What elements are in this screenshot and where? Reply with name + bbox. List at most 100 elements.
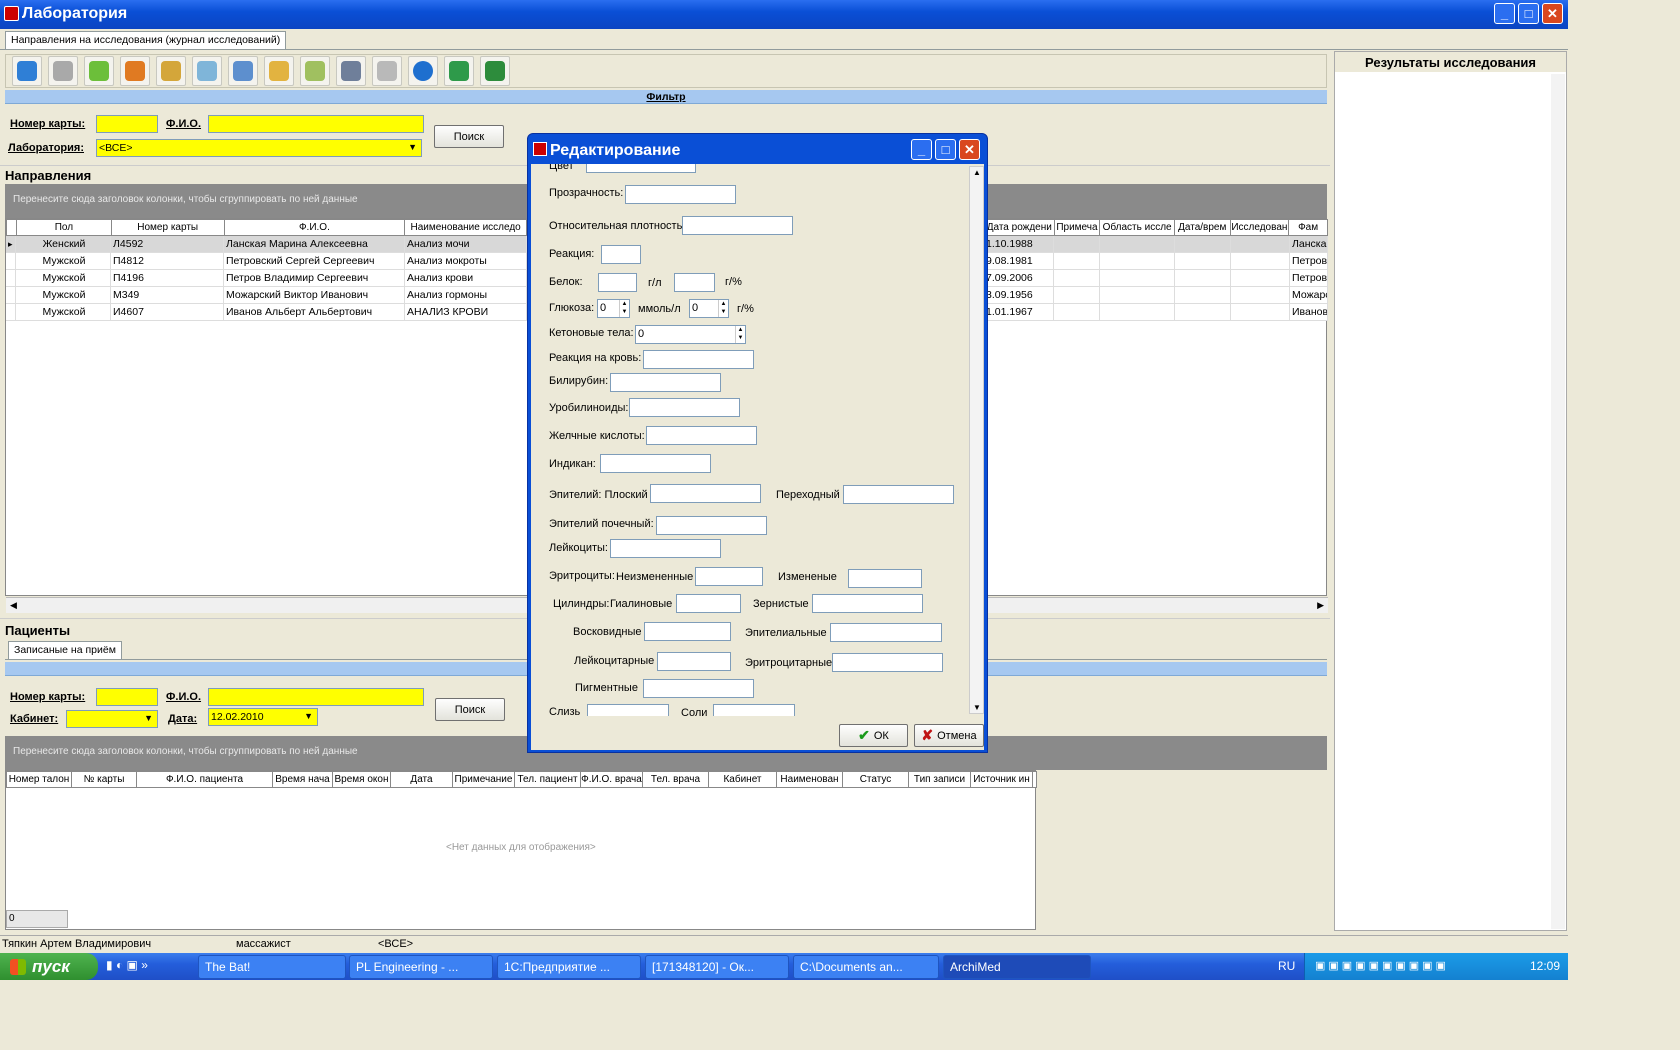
results-scrollbar[interactable] xyxy=(1551,74,1565,929)
col-fio[interactable]: Ф.И.О. xyxy=(225,220,406,235)
field-gran-input[interactable] xyxy=(812,594,923,613)
col-sex[interactable]: Пол xyxy=(17,220,112,235)
cancel-button[interactable]: ✘ Отмена xyxy=(914,724,984,747)
maximize-button[interactable]: □ xyxy=(1518,3,1539,24)
cabinet-select[interactable]: ▼ xyxy=(66,710,158,728)
table-row-right[interactable]: 1.10.1988 Ланска xyxy=(984,236,1328,253)
p-col-4[interactable]: Время окон xyxy=(333,772,391,787)
dialog-close-button[interactable]: ✕ xyxy=(959,139,980,160)
table-row-right[interactable]: 7.09.2006 Петров xyxy=(984,270,1328,287)
stamp-icon[interactable] xyxy=(264,56,294,86)
notepad-icon[interactable] xyxy=(300,56,330,86)
col-area[interactable]: Область иссле xyxy=(1100,220,1175,235)
arrow-icon[interactable] xyxy=(408,56,438,86)
field-density-input[interactable] xyxy=(682,216,793,235)
p-col-1[interactable]: № карты xyxy=(72,772,137,787)
field-erycyl-input[interactable] xyxy=(832,653,943,672)
p-col-7[interactable]: Тел. пациент xyxy=(515,772,581,787)
p-card-number-input[interactable] xyxy=(96,688,158,706)
field-leuko-input[interactable] xyxy=(610,539,721,558)
date-picker[interactable]: 12.02.2010 ▼ xyxy=(208,708,318,726)
ok-button[interactable]: ✔ ОК xyxy=(839,724,908,747)
start-button[interactable]: пуск xyxy=(0,953,98,980)
taskbar-item-documents[interactable]: C:\Documents an... xyxy=(793,955,939,979)
table-row[interactable]: Мужской М349 Можарский Виктор Иванович Анал… xyxy=(6,287,528,304)
chart-icon[interactable] xyxy=(444,56,474,86)
grid-check-icon[interactable] xyxy=(156,56,186,86)
spin-arrows-icon[interactable]: ▲ ▼ xyxy=(619,300,629,317)
table-row[interactable]: ▸ Женский Л4592 Ланская Марина Алексеевна Ан… xyxy=(6,236,528,253)
scroll-left-icon[interactable]: ◀ xyxy=(10,600,17,611)
p-col-6[interactable]: Примечание xyxy=(453,772,515,787)
field-protein-gpct-input[interactable] xyxy=(674,273,715,292)
p-col-3[interactable]: Время нача xyxy=(273,772,333,787)
field-reaction-input[interactable] xyxy=(601,245,641,264)
search-button[interactable]: Поиск xyxy=(434,125,504,148)
table-row[interactable]: Мужской П4196 Петров Владимир Сергеевич Ана… xyxy=(6,270,528,287)
dialog-minimize-button[interactable]: _ xyxy=(911,139,932,160)
tab-appointments[interactable]: Записаные на приём xyxy=(8,641,122,659)
col-datetime[interactable]: Дата/врем xyxy=(1175,220,1231,235)
table-row[interactable]: Мужской П4812 Петровский Сергей Сергеевич А… xyxy=(6,253,528,270)
field-epith-input[interactable] xyxy=(830,623,942,642)
p-col-2[interactable]: Ф.И.О. пациента xyxy=(137,772,273,787)
calculator-icon[interactable] xyxy=(336,56,366,86)
field-wax-input[interactable] xyxy=(644,622,731,641)
col-note[interactable]: Примеча xyxy=(1055,220,1101,235)
p-col-9[interactable]: Тел. врача xyxy=(643,772,709,787)
field-leucyl-input[interactable] xyxy=(657,652,731,671)
taskbar-item-archimed[interactable]: ArchiMed xyxy=(943,955,1091,979)
p-search-button[interactable]: Поиск xyxy=(435,698,505,721)
p-col-13[interactable]: Тип записи xyxy=(909,772,971,787)
col-fam[interactable]: Фам xyxy=(1289,220,1327,235)
field-epi-flat-input[interactable] xyxy=(650,484,761,503)
taskbar-item-pl[interactable]: PL Engineering - ... xyxy=(349,955,493,979)
fio-input[interactable] xyxy=(208,115,424,133)
taskbar-item-thebat[interactable]: The Bat! xyxy=(198,955,346,979)
table-row-right[interactable]: 9.08.1981 Петров xyxy=(984,253,1328,270)
field-bilirubin-input[interactable] xyxy=(610,373,721,392)
field-ery-unch-input[interactable] xyxy=(695,567,763,586)
close-button[interactable]: ✕ xyxy=(1542,3,1563,24)
spin-arrows-icon[interactable]: ▲ ▼ xyxy=(735,326,745,343)
taskbar-item-ok[interactable]: [171348120] - Ок... xyxy=(645,955,789,979)
field-pigm-input[interactable] xyxy=(643,679,754,698)
field-ery-ch-input[interactable] xyxy=(848,569,922,588)
table-row[interactable]: Мужской И4607 Иванов Альберт Альбертович АН… xyxy=(6,304,528,321)
p-col-0[interactable]: Номер талон xyxy=(7,772,72,787)
p-col-11[interactable]: Наименован xyxy=(777,772,843,787)
quicklaunch-icons[interactable]: ▮ ◐ ▣ » xyxy=(106,958,148,972)
chevron-down-icon[interactable]: ▼ xyxy=(408,142,417,152)
paperclip-icon[interactable] xyxy=(228,56,258,86)
tray-icons[interactable]: ▣▣▣▣▣▣▣▣▣▣ xyxy=(1315,959,1449,972)
lab-select[interactable]: <ВСЕ> ▼ xyxy=(96,139,422,157)
refresh-icon[interactable] xyxy=(12,56,42,86)
p-col-5[interactable]: Дата xyxy=(391,772,453,787)
field-blood-input[interactable] xyxy=(643,350,754,369)
field-ketone-spin[interactable]: 0 ▲ ▼ xyxy=(635,325,746,344)
chevron-down-icon[interactable]: ▼ xyxy=(304,711,313,721)
col-dob[interactable]: Дата рождени xyxy=(985,220,1055,235)
pen-icon[interactable] xyxy=(192,56,222,86)
filter-icon[interactable] xyxy=(48,56,78,86)
field-glucose2-spin[interactable]: 0 ▲ ▼ xyxy=(689,299,729,318)
field-protein-gl-input[interactable] xyxy=(598,273,637,292)
p-col-8[interactable]: Ф.И.О. врача xyxy=(581,772,643,787)
field-epi-trans-input[interactable] xyxy=(843,485,954,504)
field-transparency-input[interactable] xyxy=(625,185,736,204)
scroll-right-icon[interactable]: ▶ xyxy=(1317,600,1324,611)
scroll-up-icon[interactable]: ▲ xyxy=(973,168,981,177)
field-color-input[interactable] xyxy=(586,164,696,173)
scroll-down-icon[interactable]: ▼ xyxy=(973,703,981,712)
field-urobil-input[interactable] xyxy=(629,398,740,417)
field-epi-renal-input[interactable] xyxy=(656,516,767,535)
card-number-input[interactable] xyxy=(96,115,158,133)
spin-arrows-icon[interactable]: ▲ ▼ xyxy=(718,300,728,317)
dialog-vscroll[interactable]: ▲ ▼ xyxy=(969,166,984,714)
p-col-14[interactable]: Источник ин xyxy=(971,772,1033,787)
p-col-12[interactable]: Статус xyxy=(843,772,909,787)
table-row-right[interactable]: 3.09.1956 Можарс xyxy=(984,287,1328,304)
minimize-button[interactable]: _ xyxy=(1494,3,1515,24)
dialog-maximize-button[interactable]: □ xyxy=(935,139,956,160)
field-glucose-spin[interactable]: 0 ▲ ▼ xyxy=(597,299,630,318)
